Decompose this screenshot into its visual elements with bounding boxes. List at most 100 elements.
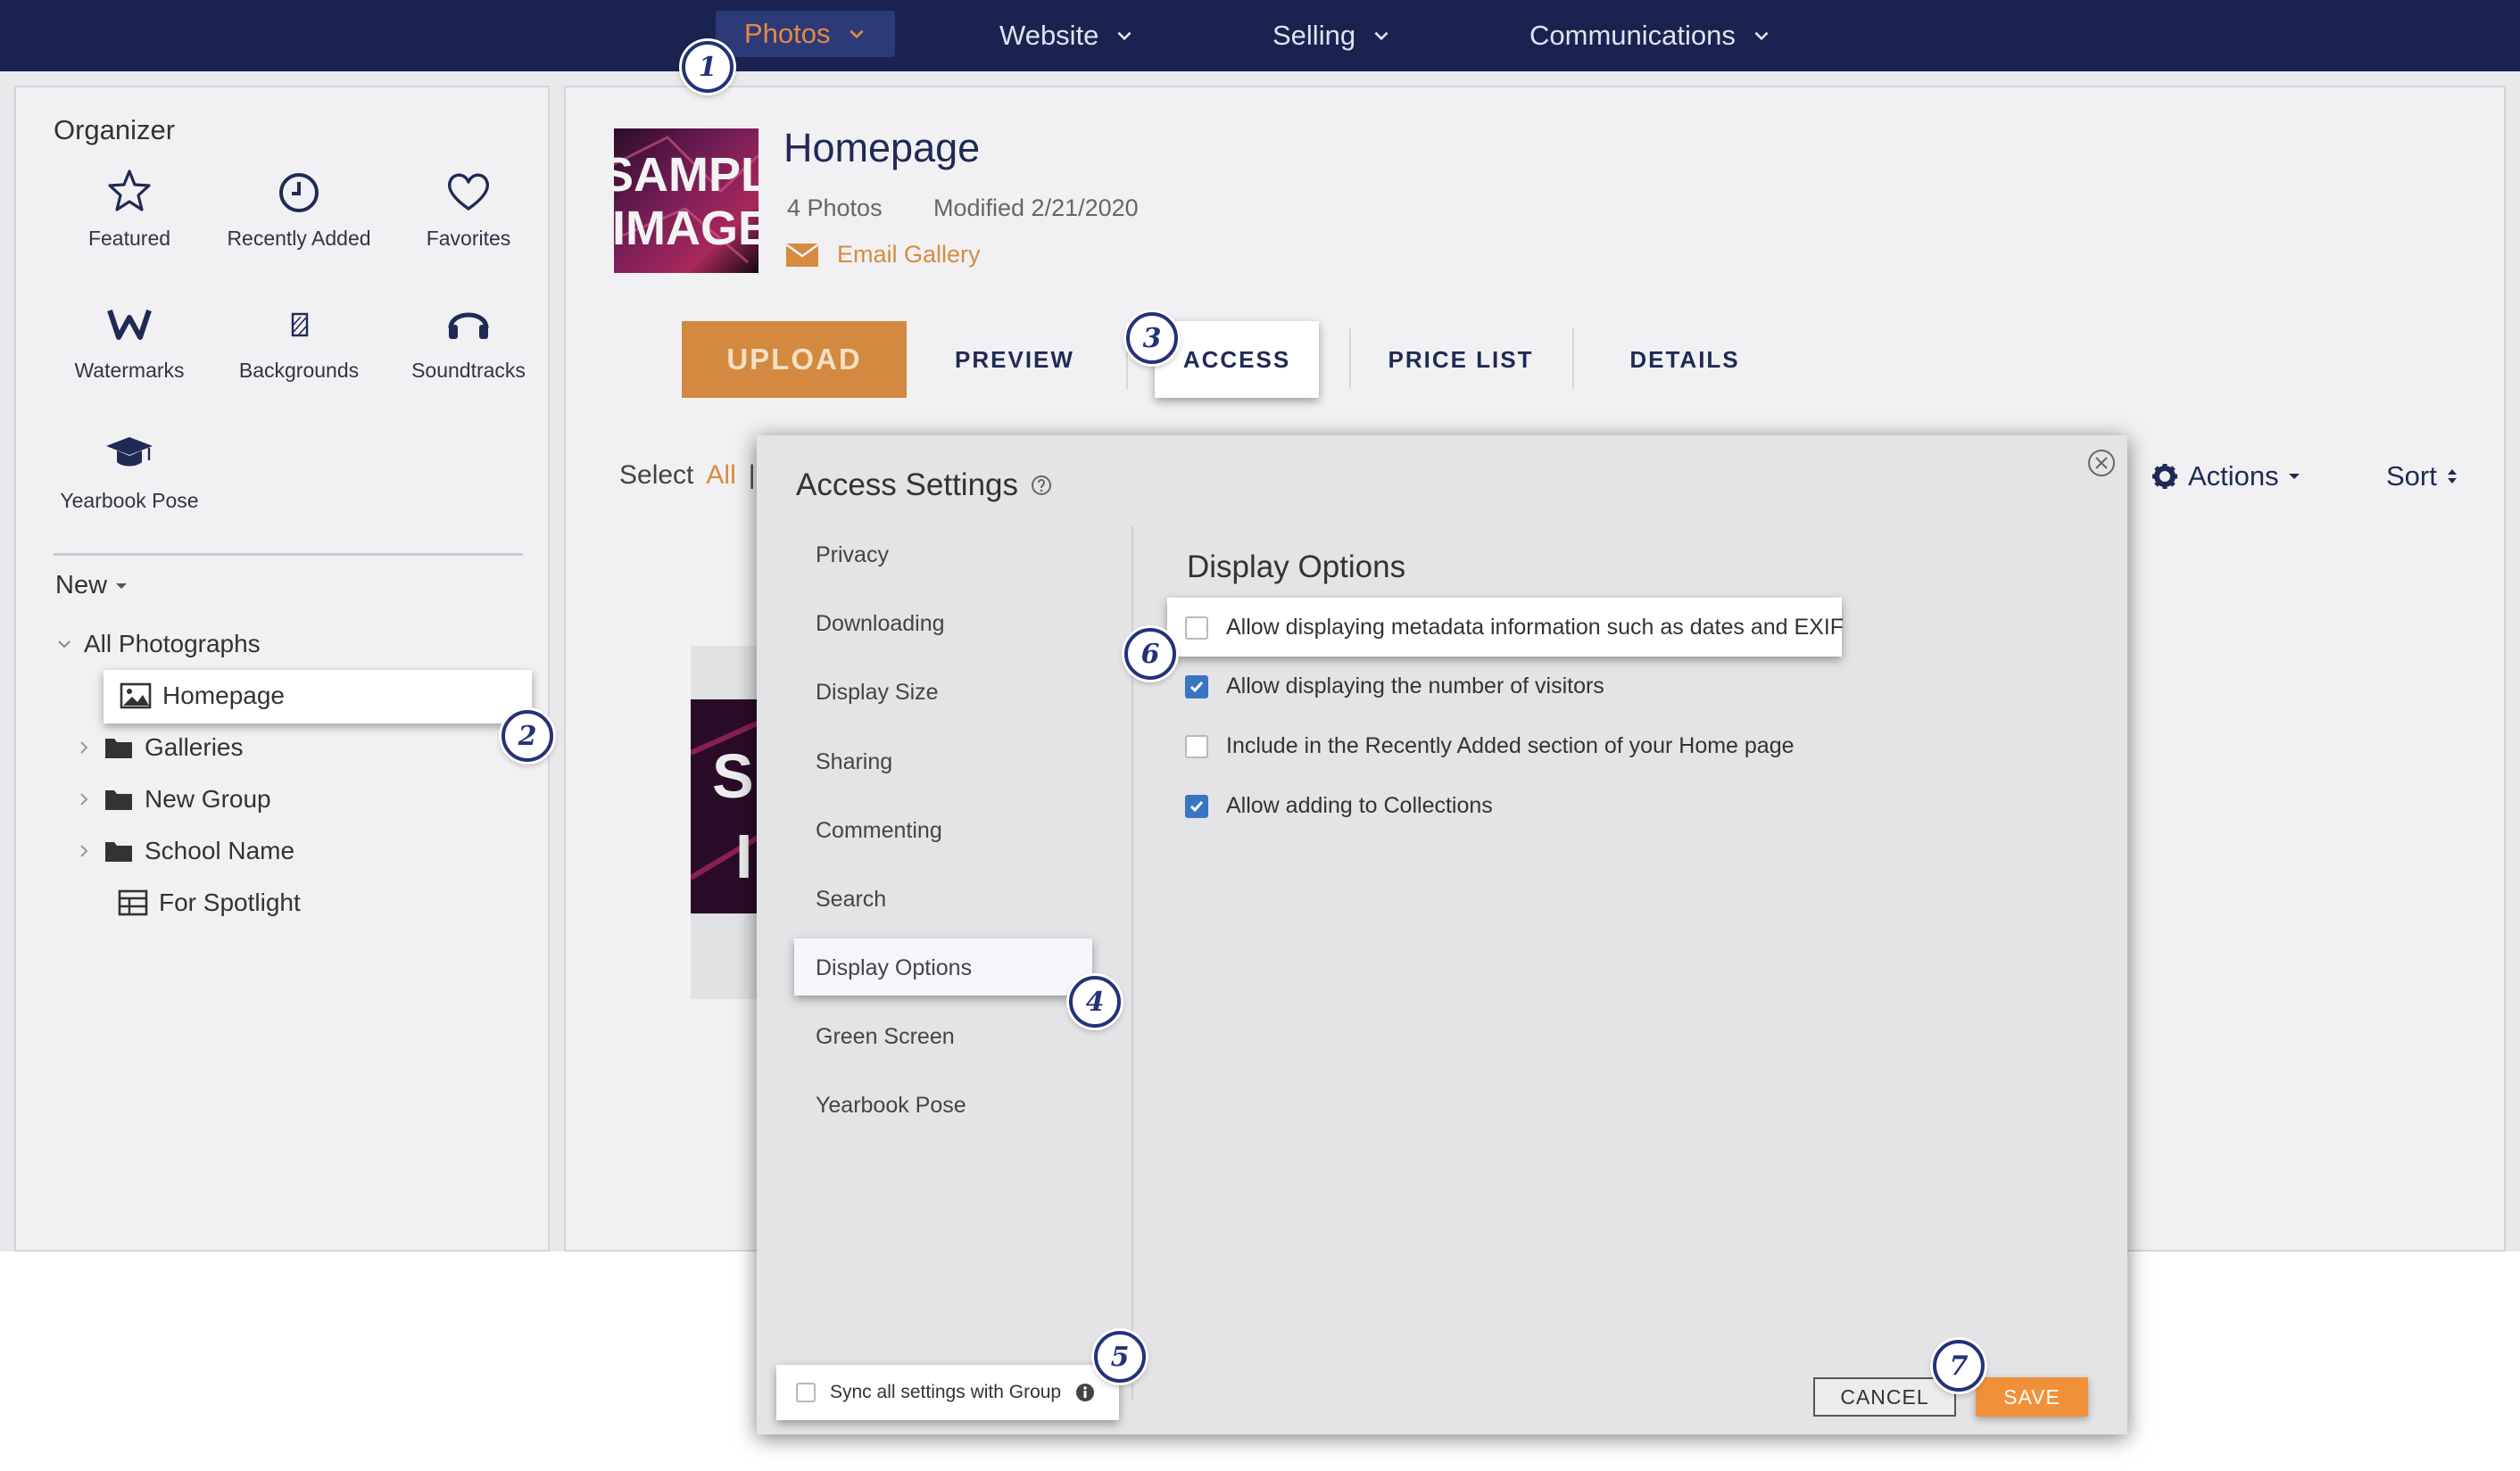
- tab-divider: [1349, 328, 1351, 389]
- close-icon[interactable]: [2086, 448, 2117, 478]
- cover-watermark-line2: IMAGE: [614, 202, 758, 255]
- email-gallery-link[interactable]: Email Gallery: [785, 241, 981, 269]
- chevron-right-icon[interactable]: [75, 739, 93, 756]
- menu-item-search[interactable]: Search: [816, 887, 886, 913]
- gallery-title: Homepage: [783, 125, 981, 170]
- organizer-soundtracks[interactable]: Soundtracks: [384, 298, 553, 385]
- menu-item-commenting[interactable]: Commenting: [816, 818, 942, 844]
- sync-checkbox[interactable]: [796, 1383, 816, 1402]
- step-badge-2: 2: [502, 710, 553, 762]
- organizer-favorites-label: Favorites: [426, 227, 511, 250]
- sync-settings-option[interactable]: Sync all settings with Group: [776, 1365, 1119, 1420]
- sort-icon: [2447, 469, 2457, 483]
- watermark-icon: [107, 310, 152, 340]
- photo-watermark-line1: S: [712, 741, 754, 811]
- caret-down-icon: [116, 583, 128, 589]
- nav-communications-label: Communications: [1529, 20, 1736, 51]
- tree-root-label: All Photographs: [84, 630, 261, 657]
- organizer-title: Organizer: [54, 114, 176, 145]
- menu-item-display-options[interactable]: Display Options: [816, 955, 972, 981]
- tab-access[interactable]: ACCESS: [1155, 321, 1319, 398]
- tree-item-galleries[interactable]: Galleries: [75, 733, 243, 762]
- menu-item-yearbook-pose[interactable]: Yearbook Pose: [816, 1093, 966, 1119]
- actions-label: Actions: [2188, 460, 2279, 492]
- organizer-recently-added[interactable]: Recently Added: [214, 166, 384, 253]
- info-icon[interactable]: [1075, 1383, 1095, 1402]
- cover-watermark-line1: SAMPL: [614, 148, 758, 202]
- upload-button[interactable]: UPLOAD: [682, 321, 907, 398]
- organizer-sidebar: [14, 86, 550, 1252]
- tree-item-for-spotlight[interactable]: For Spotlight: [118, 888, 301, 917]
- actions-dropdown[interactable]: Actions: [2151, 460, 2300, 492]
- tree-item-label: School Name: [145, 837, 295, 864]
- menu-item-privacy[interactable]: Privacy: [816, 542, 889, 568]
- caret-down-icon: [2288, 474, 2300, 479]
- organizer-favorites[interactable]: Favorites: [384, 166, 553, 253]
- save-button[interactable]: SAVE: [1976, 1377, 2088, 1417]
- new-dropdown[interactable]: New: [55, 571, 128, 600]
- option-recently-added[interactable]: Include in the Recently Added section of…: [1185, 733, 1795, 759]
- sort-label: Sort: [2386, 460, 2437, 492]
- organizer-recently-added-label: Recently Added: [227, 227, 371, 250]
- organizer-backgrounds-label: Backgrounds: [238, 359, 360, 382]
- visitor-count-checkbox[interactable]: [1185, 674, 1208, 698]
- chevron-down-icon[interactable]: [55, 635, 73, 653]
- menu-item-sharing[interactable]: Sharing: [816, 749, 892, 775]
- checkmark-icon: [1190, 800, 1204, 812]
- nav-website[interactable]: Website: [999, 0, 1134, 71]
- folder-icon: [105, 842, 132, 862]
- tree-item-homepage[interactable]: Homepage: [120, 682, 285, 710]
- nav-photos[interactable]: Photos: [716, 11, 895, 57]
- cancel-button[interactable]: CANCEL: [1813, 1377, 1956, 1417]
- tab-divider: [1572, 328, 1574, 389]
- recently-added-checkbox[interactable]: [1185, 734, 1208, 758]
- organizer-featured[interactable]: Featured: [45, 166, 214, 253]
- option-label: Include in the Recently Added section of…: [1226, 733, 1795, 758]
- menu-item-downloading[interactable]: Downloading: [816, 611, 945, 637]
- photo-watermark-line2: I: [735, 822, 752, 891]
- sort-dropdown[interactable]: Sort: [2386, 460, 2458, 492]
- option-visitor-count[interactable]: Allow displaying the number of visitors: [1185, 674, 1604, 699]
- select-controls: Select All |: [619, 460, 756, 491]
- chevron-down-icon: [849, 29, 864, 39]
- photo-count: 4 Photos: [787, 194, 883, 221]
- option-metadata[interactable]: Allow displaying metadata information su…: [1185, 615, 1844, 640]
- option-label: Allow displaying metadata information su…: [1226, 615, 1844, 640]
- help-icon[interactable]: [1031, 475, 1052, 496]
- sync-label: Sync all settings with Group: [830, 1382, 1062, 1402]
- chevron-right-icon[interactable]: [75, 790, 93, 808]
- step-badge-4: 4: [1069, 976, 1121, 1028]
- gear-icon: [2152, 464, 2177, 489]
- clock-icon: [279, 173, 319, 212]
- tab-details[interactable]: DETAILS: [1599, 321, 1770, 398]
- organizer-soundtracks-label: Soundtracks: [411, 359, 526, 382]
- tree-item-label: Homepage: [162, 682, 285, 709]
- tree-item-all-photographs[interactable]: All Photographs: [55, 630, 261, 658]
- tree-item-school-name[interactable]: School Name: [75, 837, 294, 865]
- select-separator: |: [748, 460, 756, 490]
- chevron-right-icon[interactable]: [75, 842, 93, 860]
- headphones-icon: [448, 312, 489, 339]
- tab-preview[interactable]: PREVIEW: [928, 321, 1101, 398]
- organizer-yearbook-pose-label: Yearbook Pose: [60, 489, 199, 512]
- nav-communications[interactable]: Communications: [1529, 0, 1771, 71]
- envelope-icon: [785, 243, 819, 267]
- nav-selling[interactable]: Selling: [1272, 0, 1391, 71]
- step-badge-7: 7: [1933, 1340, 1985, 1392]
- organizer-yearbook-pose[interactable]: Yearbook Pose: [45, 428, 214, 516]
- tab-price-list[interactable]: PRICE LIST: [1374, 321, 1547, 398]
- collections-checkbox[interactable]: [1185, 794, 1208, 818]
- step-badge-6: 6: [1124, 628, 1176, 680]
- top-navigation-bar: Photos Website Selling Communications: [0, 0, 2520, 71]
- menu-item-green-screen[interactable]: Green Screen: [816, 1024, 955, 1050]
- metadata-checkbox[interactable]: [1185, 616, 1208, 640]
- organizer-watermarks[interactable]: Watermarks: [45, 298, 214, 385]
- option-collections[interactable]: Allow adding to Collections: [1185, 793, 1493, 819]
- step-badge-3: 3: [1126, 312, 1178, 364]
- menu-item-display-size[interactable]: Display Size: [816, 680, 939, 706]
- select-all-link[interactable]: All: [706, 460, 735, 491]
- new-dropdown-label: New: [55, 571, 108, 599]
- image-icon: [120, 682, 152, 709]
- organizer-backgrounds[interactable]: Backgrounds: [214, 298, 384, 385]
- tree-item-new-group[interactable]: New Group: [75, 785, 271, 814]
